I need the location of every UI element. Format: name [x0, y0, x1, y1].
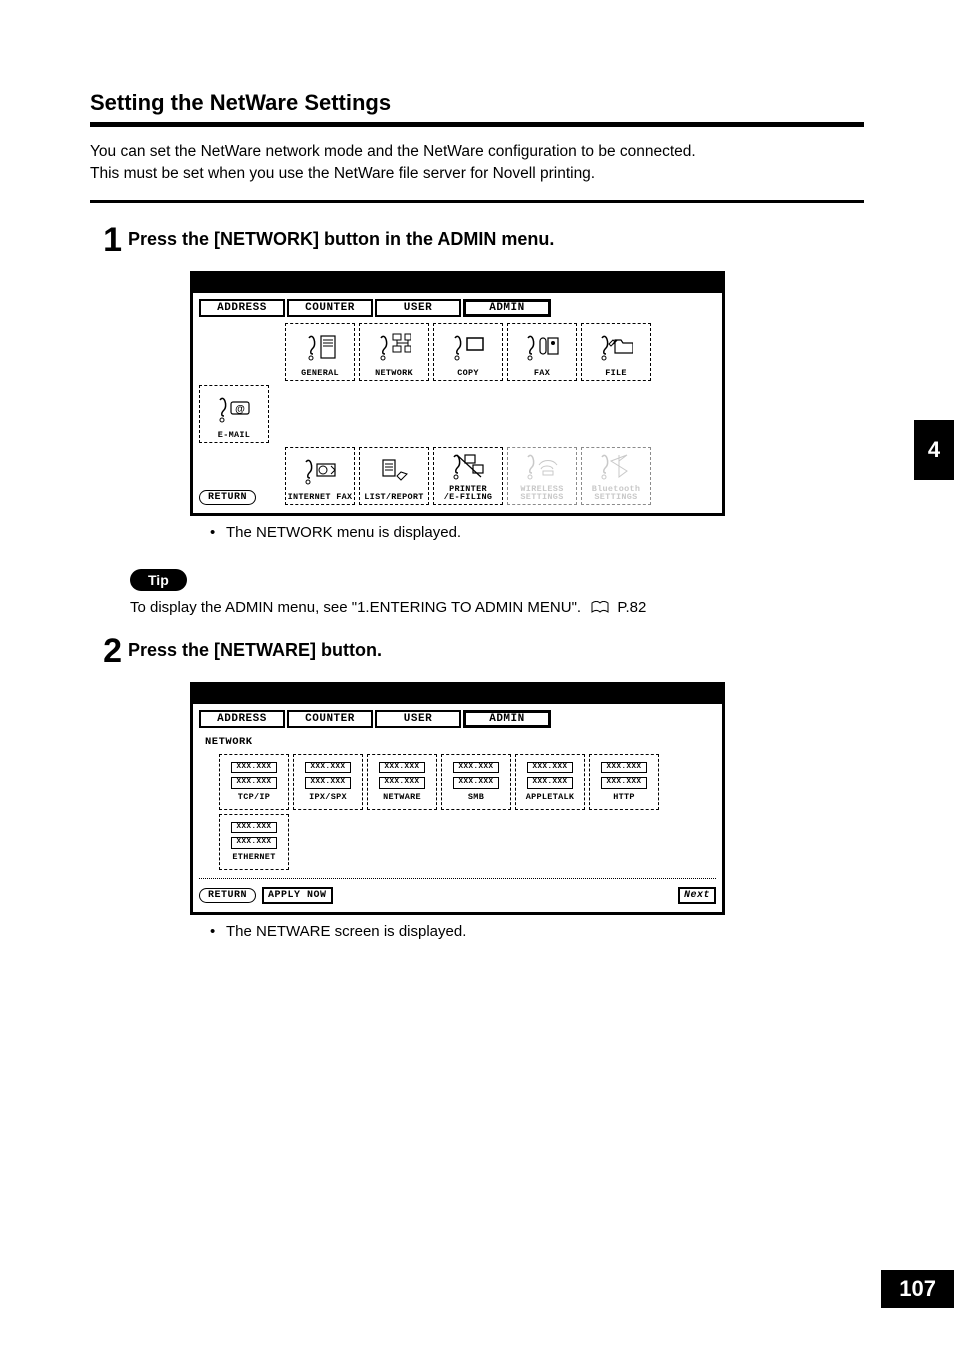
svg-text:@: @ [235, 404, 245, 415]
heading-rule [90, 122, 864, 127]
return-button[interactable]: RETURN [199, 490, 256, 505]
tab-counter-2[interactable]: COUNTER [287, 710, 373, 728]
smb-button[interactable]: XXX.XXX XXX.XXX SMB [441, 754, 511, 810]
wireless-icon [525, 448, 559, 485]
network-button[interactable]: NETWORK [359, 323, 429, 381]
ethernet-button[interactable]: XXX.XXX XXX.XXX ETHERNET [219, 814, 289, 870]
tcpip-button[interactable]: XXX.XXX XXX.XXX TCP/IP [219, 754, 289, 810]
tab-address[interactable]: ADDRESS [199, 299, 285, 317]
netware-button[interactable]: XXX.XXX XXX.XXX NETWARE [367, 754, 437, 810]
copy-button[interactable]: COPY [433, 323, 503, 381]
intro-rule [90, 200, 864, 203]
internet-fax-button[interactable]: INTERNET FAX [285, 447, 355, 505]
screenshot-network-menu: ADDRESS COUNTER USER ADMIN NETWORK XXX.X… [190, 682, 864, 915]
internet-fax-icon [303, 448, 337, 494]
step2-note: •The NETWARE screen is displayed. [210, 923, 864, 940]
intro-line-1: You can set the NetWare network mode and… [90, 141, 864, 163]
bluetooth-settings-button: Bluetooth SETTINGS [581, 447, 651, 505]
return-button-2[interactable]: RETURN [199, 888, 256, 903]
printer-efiling-icon [451, 448, 485, 485]
copy-icon [451, 324, 485, 370]
breadcrumb: NETWORK [199, 734, 716, 754]
file-button[interactable]: FILE [581, 323, 651, 381]
bluetooth-icon [599, 448, 633, 485]
next-button[interactable]: Next [678, 887, 716, 904]
fax-button[interactable]: FAX [507, 323, 577, 381]
general-button[interactable]: GENERAL [285, 323, 355, 381]
email-icon: @ [217, 386, 251, 432]
wireless-settings-button: WIRELESS SETTINGS [507, 447, 577, 505]
tab-admin[interactable]: ADMIN [463, 299, 551, 317]
tip-text: To display the ADMIN menu, see "1.ENTERI… [130, 599, 864, 616]
screenshot-admin-menu: ADDRESS COUNTER USER ADMIN GENERAL [190, 271, 864, 516]
step-number-1: 1 [78, 223, 122, 257]
http-button[interactable]: XXX.XXX XXX.XXX HTTP [589, 754, 659, 810]
page-number: 107 [881, 1270, 954, 1308]
intro-line-2: This must be set when you use the NetWar… [90, 163, 864, 185]
chapter-tab: 4 [914, 420, 954, 480]
general-icon [303, 324, 337, 370]
fax-icon [525, 324, 559, 370]
step1-note: •The NETWORK menu is displayed. [210, 524, 864, 541]
tab-user[interactable]: USER [375, 299, 461, 317]
tab-counter[interactable]: COUNTER [287, 299, 373, 317]
tab-address-2[interactable]: ADDRESS [199, 710, 285, 728]
list-report-icon [377, 448, 411, 494]
network-icon [377, 324, 411, 370]
tab-user-2[interactable]: USER [375, 710, 461, 728]
step-number-2: 2 [78, 634, 122, 668]
ipxspx-button[interactable]: XXX.XXX XXX.XXX IPX/SPX [293, 754, 363, 810]
apply-now-button[interactable]: APPLY NOW [262, 887, 333, 904]
book-icon [591, 601, 609, 614]
file-icon [599, 324, 633, 370]
tip-label: Tip [130, 569, 187, 591]
section-heading: Setting the NetWare Settings [90, 90, 864, 116]
list-report-button[interactable]: LIST/REPORT [359, 447, 429, 505]
appletalk-button[interactable]: XXX.XXX XXX.XXX APPLETALK [515, 754, 585, 810]
step-title-1: Press the [NETWORK] button in the ADMIN … [122, 223, 554, 250]
email-button[interactable]: @ E-MAIL [199, 385, 269, 443]
printer-efiling-button[interactable]: PRINTER /E-FILING [433, 447, 503, 505]
tab-admin-2[interactable]: ADMIN [463, 710, 551, 728]
step-title-2: Press the [NETWARE] button. [122, 634, 382, 661]
